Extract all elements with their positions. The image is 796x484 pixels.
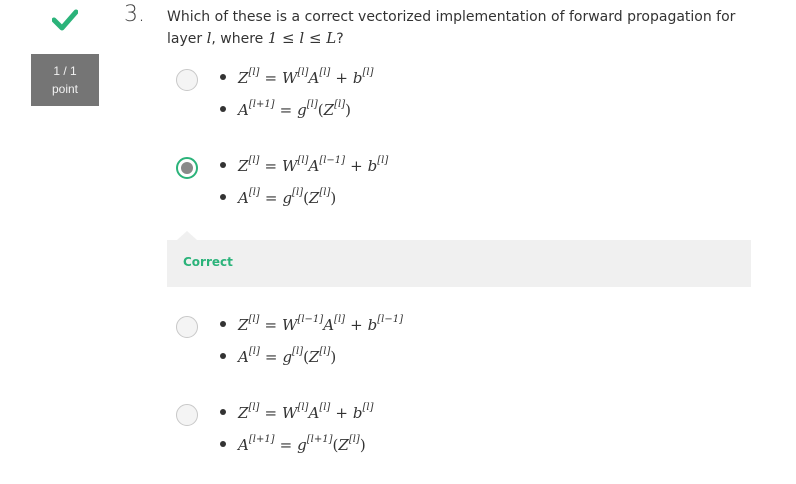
bullet-icon (220, 106, 226, 112)
feedback-panel: Correct (167, 231, 751, 287)
question-text-suffix: ? (336, 31, 344, 47)
bullet-icon (220, 321, 226, 327)
equation-z: Z[l] = W[l−1]A[l] + b[l−1] (220, 314, 403, 334)
equation-a: A[l+1] = g[l+1](Z[l]) (220, 434, 366, 454)
score-value: 1 / 1 (53, 64, 77, 78)
bullet-icon (220, 409, 226, 415)
answer-option-3[interactable]: Z[l] = W[l−1]A[l] + b[l−1] A[l] = g[l](Z[l]) (176, 314, 736, 376)
answer-option-1[interactable]: Z[l] = W[l]A[l] + b[l] A[l+1] = g[l](Z[l]) (176, 67, 736, 129)
check-icon (52, 9, 78, 31)
radio-button-option-3[interactable] (176, 316, 198, 338)
equation-a: A[l] = g[l](Z[l]) (220, 346, 336, 366)
bullet-icon (220, 441, 226, 447)
feedback-correct-label: Correct (183, 255, 233, 269)
bullet-icon (220, 74, 226, 80)
question-number: 3. (124, 2, 145, 27)
layer-constraint: 1 ≤ l ≤ L (267, 29, 337, 47)
equation-z: Z[l] = W[l]A[l−1] + b[l] (220, 155, 388, 175)
equation-a: A[l+1] = g[l](Z[l]) (220, 99, 351, 119)
equation-z: Z[l] = W[l]A[l] + b[l] (220, 67, 374, 87)
radio-button-option-2[interactable] (176, 157, 198, 179)
equation-z: Z[l] = W[l]A[l] + b[l] (220, 402, 374, 422)
radio-button-option-1[interactable] (176, 69, 198, 91)
answer-option-2[interactable]: Z[l] = W[l]A[l−1] + b[l] A[l] = g[l](Z[l]) (176, 155, 736, 217)
answer-option-4[interactable]: Z[l] = W[l]A[l] + b[l] A[l+1] = g[l+1](Z[l]) (176, 402, 736, 464)
question-text-where: , where (211, 31, 264, 47)
equation-a: A[l] = g[l](Z[l]) (220, 187, 336, 207)
score-badge: 1 / 1 point (31, 54, 99, 106)
bullet-icon (220, 162, 226, 168)
question-text: Which of these is a correct vectorized i… (167, 7, 767, 50)
bullet-icon (220, 353, 226, 359)
bullet-icon (220, 194, 226, 200)
radio-button-option-4[interactable] (176, 404, 198, 426)
score-label: point (51, 82, 79, 96)
